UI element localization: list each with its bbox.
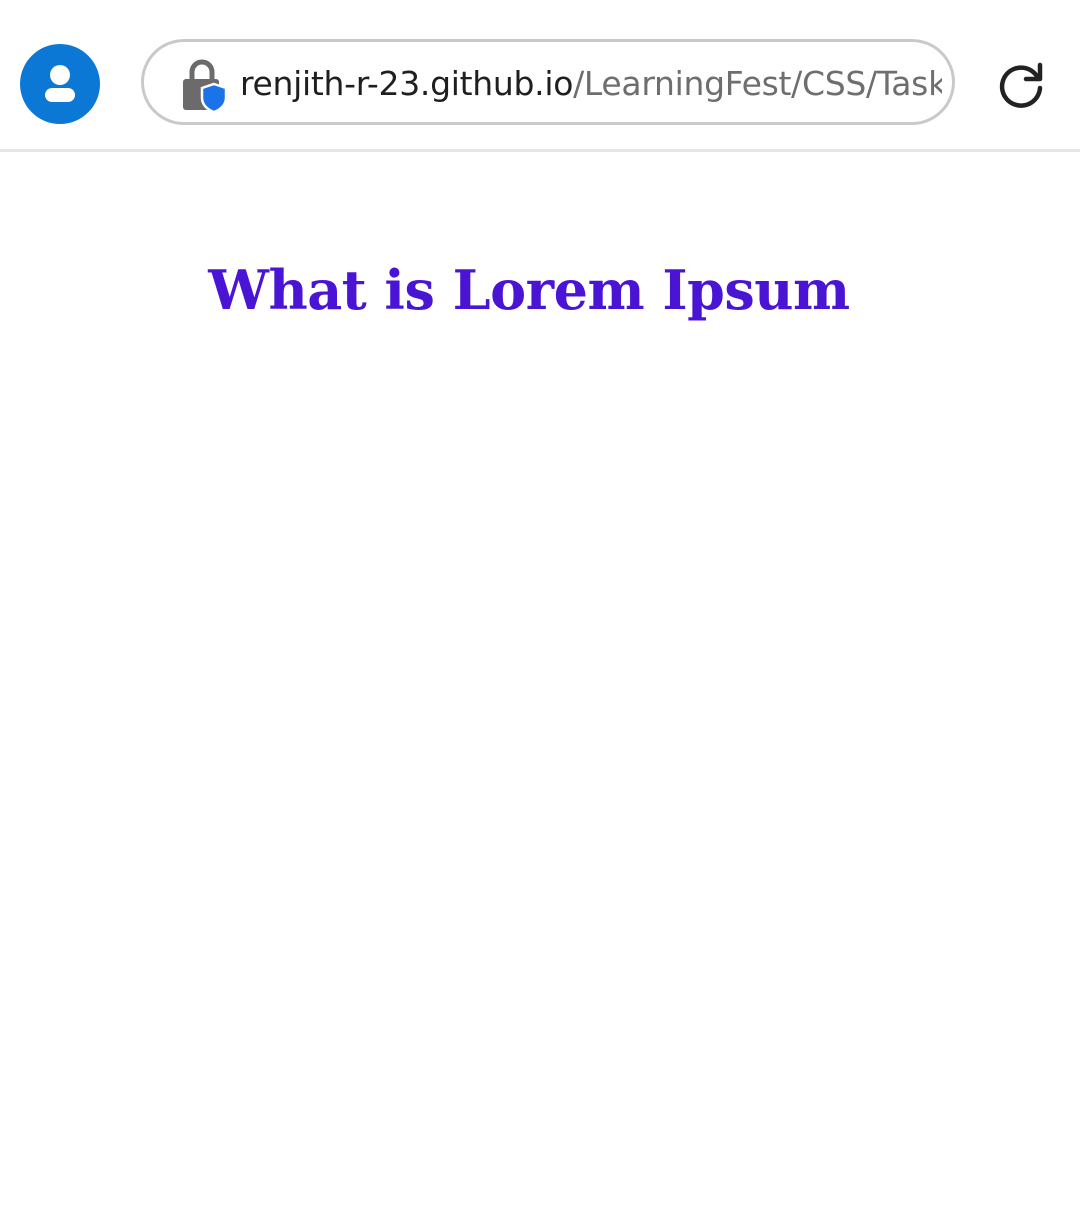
url-path: /LearningFest/CSS/Task <box>573 64 942 103</box>
address-bar[interactable]: renjith-r-23.github.io/LearningFest/CSS/… <box>141 39 955 125</box>
lock-shield-icon[interactable] <box>180 58 230 114</box>
profile-button[interactable] <box>20 44 100 124</box>
reload-icon <box>999 62 1043 108</box>
reload-button[interactable] <box>993 56 1049 112</box>
account-icon <box>45 65 75 102</box>
page-content: What is Lorem Ipsum <box>0 152 1080 1212</box>
page-heading: What is Lorem Ipsum <box>208 258 850 322</box>
url-host: renjith-r-23.github.io <box>240 64 574 103</box>
url-text[interactable]: renjith-r-23.github.io/LearningFest/CSS/… <box>240 42 942 122</box>
browser-toolbar: renjith-r-23.github.io/LearningFest/CSS/… <box>0 0 1080 152</box>
